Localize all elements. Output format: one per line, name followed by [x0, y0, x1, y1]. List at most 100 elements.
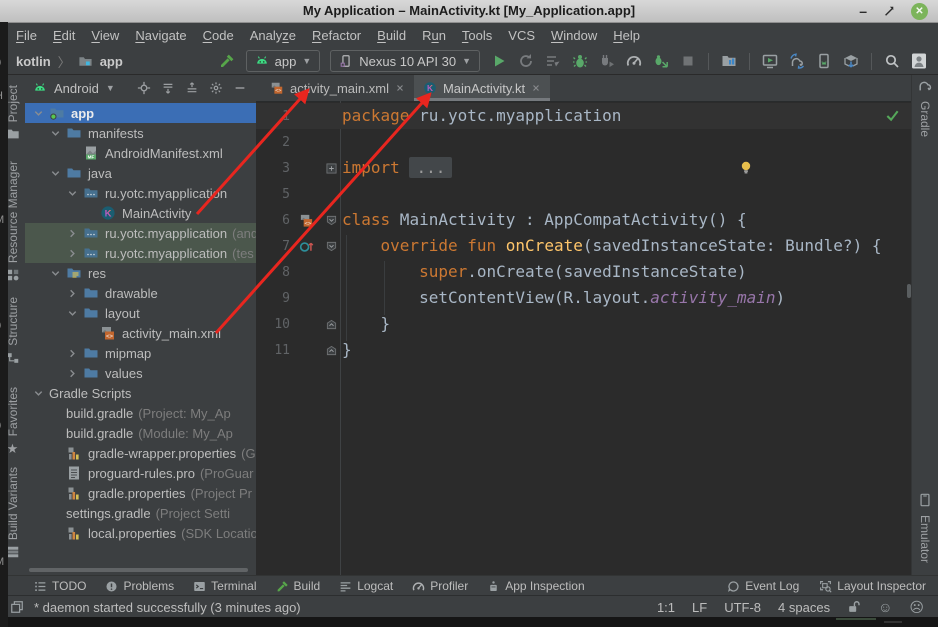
status-message[interactable]: * daemon started successfully (3 minutes…	[34, 600, 301, 615]
run-button[interactable]	[490, 52, 508, 70]
menu-vcs[interactable]: VCS	[500, 28, 543, 43]
toolwindow-button-event-log[interactable]: Event Log	[727, 579, 799, 593]
attach-debugger-process-button[interactable]	[652, 52, 670, 70]
chevron-collapsed-icon[interactable]	[67, 348, 83, 359]
menu-run[interactable]: Run	[414, 28, 454, 43]
toolwindow-button-app-inspection[interactable]: App Inspection	[487, 579, 584, 593]
indent-style[interactable]: 4 spaces	[778, 600, 830, 615]
stripe-tab-emulator[interactable]: Emulator	[912, 493, 938, 563]
fold-marker-icon[interactable]	[326, 345, 337, 356]
toolwindow-button-profiler[interactable]: Profiler	[412, 579, 468, 593]
stop-button[interactable]	[679, 52, 697, 70]
tree-item-gradle-wrapper-properties-g[interactable]: gradle-wrapper.properties(G	[25, 443, 256, 463]
menu-file[interactable]: File	[8, 28, 45, 43]
chevron-collapsed-icon[interactable]	[67, 248, 83, 259]
close-button[interactable]: ✕	[911, 3, 928, 20]
tree-item-proguard-rules-pro-proguar[interactable]: proguard-rules.pro(ProGuar	[25, 463, 256, 483]
chevron-collapsed-icon[interactable]	[67, 228, 83, 239]
fold-marker-icon[interactable]	[326, 163, 337, 174]
chevron-expanded-icon[interactable]	[50, 268, 66, 279]
attach-debugger-button[interactable]	[598, 52, 616, 70]
menu-navigate[interactable]: Navigate	[127, 28, 194, 43]
fold-marker-icon[interactable]	[326, 215, 337, 226]
search-everywhere-button[interactable]	[883, 52, 901, 70]
menu-code[interactable]: Code	[195, 28, 242, 43]
captures-button[interactable]	[720, 52, 738, 70]
build-hammer-button[interactable]	[218, 52, 236, 70]
code-editor[interactable]: 1package ru.yotc.myapplication23import .…	[256, 101, 912, 575]
menu-tools[interactable]: Tools	[454, 28, 500, 43]
tree-item-androidmanifest-xml[interactable]: MFAndroidManifest.xml	[25, 143, 256, 163]
line-separator[interactable]: LF	[692, 600, 707, 615]
menu-window[interactable]: Window	[543, 28, 605, 43]
toolwindow-button-layout-inspector[interactable]: Layout Inspector	[819, 579, 926, 593]
profiler-button[interactable]	[625, 52, 643, 70]
tree-item-ru-yotc-myapplication-tes[interactable]: ru.yotc.myapplication(tes	[25, 243, 256, 263]
intention-bulb-icon[interactable]	[738, 160, 754, 176]
toolwindow-button-logcat[interactable]: Logcat	[339, 579, 393, 593]
inspection-ok-icon[interactable]	[885, 108, 900, 123]
toggle-toolwindows-icon[interactable]	[10, 600, 24, 614]
menu-edit[interactable]: Edit	[45, 28, 83, 43]
debug-button[interactable]	[571, 52, 589, 70]
breadcrumb-module[interactable]: kotlin	[16, 54, 51, 69]
tree-item-values[interactable]: values	[25, 363, 256, 383]
menu-build[interactable]: Build	[369, 28, 414, 43]
restore-button[interactable]	[883, 5, 895, 17]
tree-item-mipmap[interactable]: mipmap	[25, 343, 256, 363]
tree-item-build-gradle-project-my-ap[interactable]: build.gradle(Project: My_Ap	[25, 403, 256, 423]
caret-position[interactable]: 1:1	[657, 600, 675, 615]
tree-item-gradle-properties-project-pr[interactable]: gradle.properties(Project Pr	[25, 483, 256, 503]
menu-refactor[interactable]: Refactor	[304, 28, 369, 43]
chevron-expanded-icon[interactable]	[50, 128, 66, 139]
tree-item-local-properties-sdk-locatio[interactable]: local.properties(SDK Locatio	[25, 523, 256, 543]
horizontal-scrollbar[interactable]	[29, 568, 248, 572]
locate-file-button[interactable]	[135, 80, 152, 97]
tree-item-activity-main-xml[interactable]: <>activity_main.xml	[25, 323, 256, 343]
toolwindow-button-todo[interactable]: TODO	[34, 579, 86, 593]
tree-item-app[interactable]: app	[25, 103, 256, 123]
tree-item-drawable[interactable]: drawable	[25, 283, 256, 303]
tree-item-ru-yotc-myapplication-and[interactable]: ru.yotc.myapplication(and	[25, 223, 256, 243]
close-tab-icon[interactable]	[395, 83, 405, 93]
run-device-button[interactable]	[761, 52, 779, 70]
fold-marker-icon[interactable]	[326, 241, 337, 252]
chevron-expanded-icon[interactable]	[50, 168, 66, 179]
chevron-expanded-icon[interactable]	[33, 108, 49, 119]
profile-avatar[interactable]	[910, 52, 928, 70]
minimize-button[interactable]: –	[859, 6, 867, 16]
toolwindow-button-terminal[interactable]: Terminal	[193, 579, 256, 593]
editor-tab-activity-main-xml[interactable]: <>activity_main.xml	[261, 75, 414, 101]
fold-marker-icon[interactable]	[326, 319, 337, 330]
hide-panel-button[interactable]	[231, 80, 248, 97]
tree-item-manifests[interactable]: manifests	[25, 123, 256, 143]
avd-manager-button[interactable]	[815, 52, 833, 70]
sdk-manager-button[interactable]	[842, 52, 860, 70]
settings-gear-icon[interactable]	[207, 80, 224, 97]
run-configuration-select[interactable]: app ▼	[246, 50, 321, 72]
chevron-expanded-icon[interactable]	[33, 388, 49, 399]
tree-item-java[interactable]: java	[25, 163, 256, 183]
chevron-collapsed-icon[interactable]	[67, 288, 83, 299]
stripe-tab-gradle[interactable]: Gradle	[912, 79, 938, 137]
editor-tab-mainactivity-kt[interactable]: KMainActivity.kt	[414, 75, 550, 101]
breadcrumb-target[interactable]: app	[100, 54, 123, 69]
override-gutter-icon[interactable]	[299, 239, 314, 254]
happy-face-icon[interactable]: ☺	[878, 600, 892, 614]
tree-item-mainactivity[interactable]: KMainActivity	[25, 203, 256, 223]
apply-code-changes-button[interactable]	[544, 52, 562, 70]
tree-item-res[interactable]: res	[25, 263, 256, 283]
apply-changes-button[interactable]	[517, 52, 535, 70]
breadcrumb[interactable]: kotlin 〉 app	[16, 52, 123, 71]
tree-item-settings-gradle-project-setti[interactable]: settings.gradle(Project Setti	[25, 503, 256, 523]
device-select[interactable]: Nexus 10 API 30 ▼	[330, 50, 480, 72]
project-view-selector[interactable]: Android	[54, 81, 99, 96]
gradle-sync-button[interactable]	[788, 52, 806, 70]
related-layout-icon[interactable]: <>	[299, 213, 314, 228]
menu-help[interactable]: Help	[605, 28, 648, 43]
tree-item-build-gradle-module-my-ap[interactable]: build.gradle(Module: My_Ap	[25, 423, 256, 443]
tree-item-gradle-scripts[interactable]: Gradle Scripts	[25, 383, 256, 403]
chevron-collapsed-icon[interactable]	[67, 368, 83, 379]
tree-item-ru-yotc-myapplication[interactable]: ru.yotc.myapplication	[25, 183, 256, 203]
menu-analyze[interactable]: Analyze	[242, 28, 304, 43]
